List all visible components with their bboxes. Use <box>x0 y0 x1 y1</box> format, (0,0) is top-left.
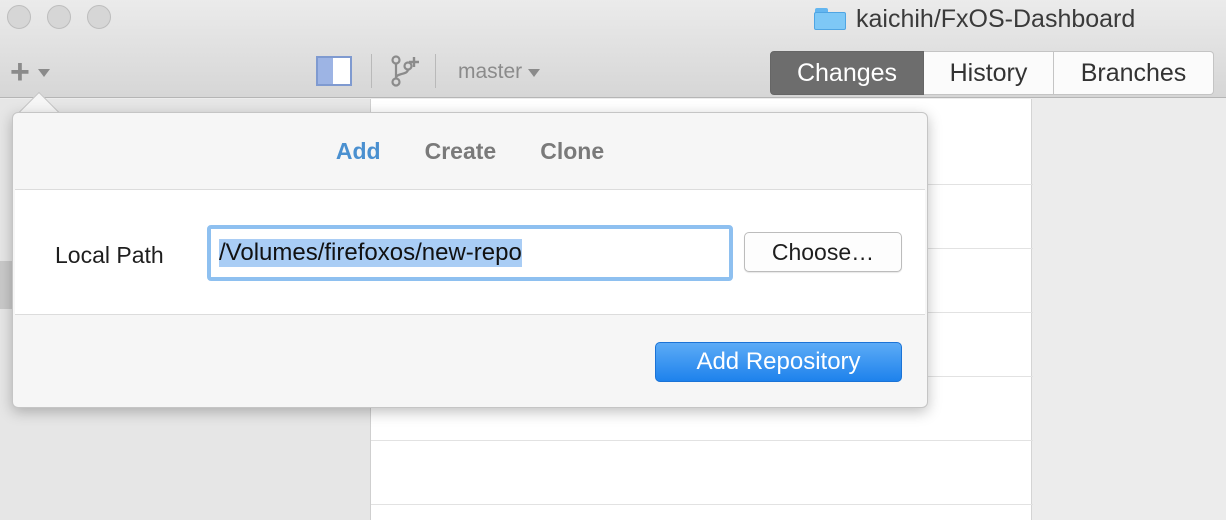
local-path-input[interactable] <box>207 225 733 281</box>
tab-create[interactable]: Create <box>425 138 497 165</box>
add-menu-button[interactable]: + <box>10 53 50 91</box>
tab-add[interactable]: Add <box>336 138 381 165</box>
branch-label: master <box>458 60 523 83</box>
repo-title-label: kaichih/FxOS-Dashboard <box>856 4 1136 33</box>
add-repository-popover: Add Create Clone Local Path Choose… Add … <box>12 112 928 408</box>
plus-icon: + <box>10 53 30 91</box>
toolbar-divider <box>371 54 372 88</box>
list-divider <box>371 440 1033 441</box>
close-window-button[interactable] <box>7 5 31 29</box>
minimize-window-button[interactable] <box>47 5 71 29</box>
add-repository-button[interactable]: Add Repository <box>655 342 902 382</box>
view-segmented-control: Changes History Branches <box>770 51 1214 95</box>
tab-clone[interactable]: Clone <box>540 138 604 165</box>
new-branch-icon[interactable] <box>389 54 421 88</box>
detail-pane <box>1033 99 1226 520</box>
window-title: kaichih/FxOS-Dashboard <box>814 4 1135 34</box>
tab-branches[interactable]: Branches <box>1054 51 1214 95</box>
local-path-label: Local Path <box>55 242 164 268</box>
window-toolbar: kaichih/FxOS-Dashboard + master Changes … <box>0 0 1226 98</box>
add-form: Local Path Choose… <box>15 189 925 315</box>
tab-history[interactable]: History <box>924 51 1054 95</box>
zoom-window-button[interactable] <box>87 5 111 29</box>
sidebar-icon <box>318 58 333 84</box>
folder-icon <box>814 8 846 30</box>
chevron-down-icon <box>528 69 541 77</box>
chevron-down-icon <box>37 69 50 77</box>
branch-selector[interactable]: master <box>458 58 541 86</box>
list-divider <box>371 504 1033 505</box>
tab-changes[interactable]: Changes <box>770 51 924 95</box>
popover-tabs: Add Create Clone <box>13 113 927 189</box>
toolbar-divider <box>435 54 436 88</box>
choose-button[interactable]: Choose… <box>744 232 902 272</box>
sidebar-toggle-button[interactable] <box>316 56 352 86</box>
